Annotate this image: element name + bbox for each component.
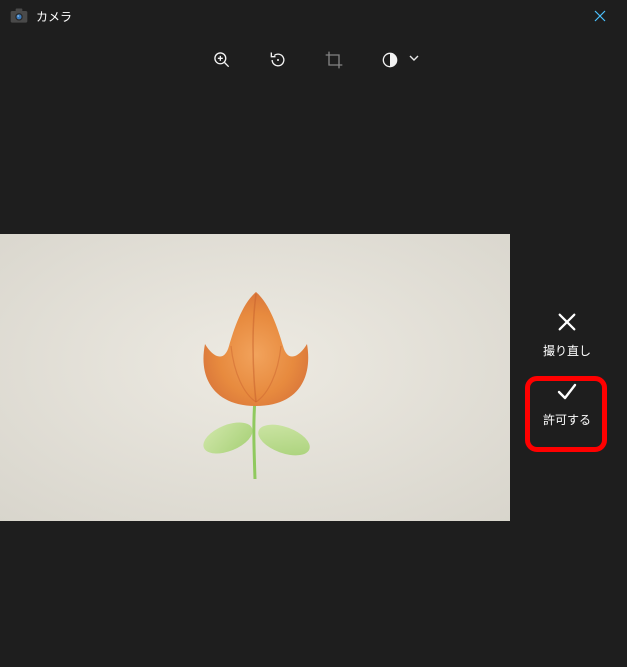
tulip-drawing xyxy=(0,234,510,521)
edit-toolbar xyxy=(0,32,627,88)
zoom-in-button[interactable] xyxy=(208,46,236,74)
check-icon xyxy=(553,377,581,405)
accept-label: 許可する xyxy=(543,411,591,428)
retake-label: 撮り直し xyxy=(543,342,591,359)
rotate-button[interactable] xyxy=(264,46,292,74)
capture-actions: 撮り直し 許可する xyxy=(525,308,609,428)
crop-button[interactable] xyxy=(320,46,348,74)
photo-preview xyxy=(0,234,510,521)
app-title: カメラ xyxy=(36,8,72,25)
camera-app-icon xyxy=(8,5,30,27)
close-icon xyxy=(553,308,581,336)
filter-dropdown[interactable] xyxy=(376,46,420,74)
window-close-button[interactable] xyxy=(577,0,623,32)
retake-button[interactable]: 撮り直し xyxy=(527,308,607,359)
titlebar: カメラ xyxy=(0,0,627,32)
accept-button[interactable]: 許可する xyxy=(527,377,607,428)
chevron-down-icon xyxy=(408,51,420,69)
